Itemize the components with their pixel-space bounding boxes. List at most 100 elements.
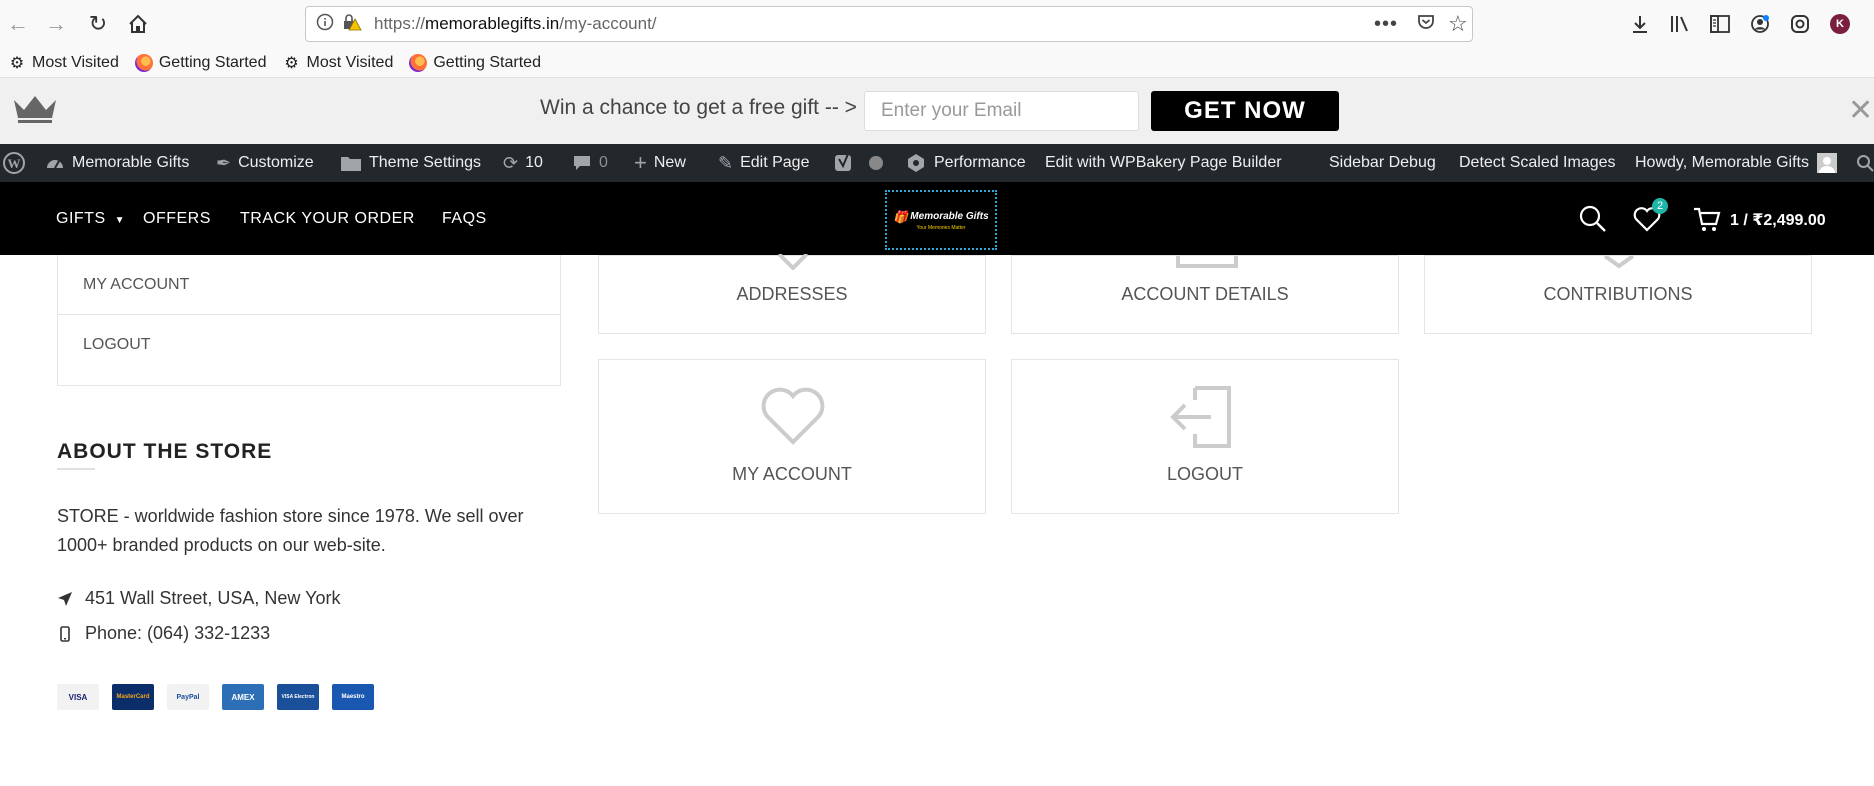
account-nav: MY ACCOUNT LOGOUT <box>57 255 561 386</box>
wp-site-name[interactable]: Memorable Gifts <box>45 144 189 182</box>
url-text: https://memorablegifts.in/my-account/ <box>374 14 657 33</box>
firefox-icon <box>134 53 153 72</box>
profile-avatar-icon[interactable]: K <box>1824 8 1856 40</box>
url-bar[interactable]: https://memorablegifts.in/my-account/ ••… <box>305 6 1473 42</box>
about-text: STORE - worldwide fashion store since 19… <box>57 506 524 555</box>
nav-label: GIFTS <box>56 210 106 227</box>
phone: Phone: (064) 332-1233 <box>57 623 270 644</box>
folder-icon <box>340 154 362 172</box>
nav-item-gifts[interactable]: GIFTS ▼ <box>56 210 125 228</box>
tile-label: ACCOUNT DETAILS <box>1121 284 1289 304</box>
wp-theme-settings-label: Theme Settings <box>369 154 482 171</box>
promo-bar: Win a chance to get a free gift -- > Ent… <box>0 78 1874 144</box>
chevron-down-icon: ▼ <box>114 215 125 226</box>
comment-icon <box>572 154 592 172</box>
wp-detect-scaled-images[interactable]: Detect Scaled Images <box>1459 144 1616 182</box>
tile-logout[interactable]: LOGOUT <box>1011 359 1399 514</box>
tile-label: LOGOUT <box>1166 464 1243 484</box>
bookmark-most-visited[interactable]: ⚙ Most Visited <box>8 54 119 72</box>
search-icon[interactable] <box>1578 204 1608 234</box>
gear-icon: ⚙ <box>9 54 25 72</box>
user-card-icon <box>1176 256 1238 268</box>
wp-performance[interactable]: Performance <box>905 144 1026 182</box>
address-text: 451 Wall Street, USA, New York <box>85 588 341 608</box>
logout-icon <box>1170 386 1231 448</box>
browser-toolbar: ← → ↻ https://memorablegifts.in/my-accou… <box>0 0 1874 48</box>
library-icon[interactable] <box>1664 8 1696 40</box>
wp-comments[interactable]: 0 <box>572 144 608 182</box>
account-icon[interactable] <box>1744 8 1776 40</box>
gear-icon: ⚙ <box>284 54 299 72</box>
bookmark-getting-started[interactable]: Getting Started <box>409 53 541 72</box>
location-arrow-icon <box>57 591 85 607</box>
wishlist-count-badge: 2 <box>1652 198 1668 214</box>
amex-card-icon: AMEX <box>222 684 264 710</box>
wp-search-icon[interactable] <box>1856 144 1874 182</box>
seo-status-dot-icon <box>869 144 883 182</box>
back-icon[interactable]: ← <box>2 8 34 40</box>
wp-wpbakery[interactable]: Edit with WPBakery Page Builder <box>1045 144 1282 182</box>
wp-logo-icon[interactable]: W <box>2 144 26 182</box>
bookmark-label: Getting Started <box>433 53 541 71</box>
reload-icon[interactable]: ↻ <box>82 8 114 40</box>
sidebar-icon[interactable] <box>1704 8 1736 40</box>
tile-account-details[interactable]: ACCOUNT DETAILS <box>1011 255 1399 334</box>
promo-email-input[interactable]: Enter your Email <box>864 91 1139 131</box>
wp-howdy-label: Howdy, Memorable Gifts <box>1635 154 1809 171</box>
wp-updates[interactable]: ⟳ 10 <box>503 144 543 182</box>
logo-tagline: Your Memories Matter <box>916 224 966 231</box>
account-nav-logout[interactable]: LOGOUT <box>58 315 560 375</box>
cart-icon[interactable] <box>1692 204 1722 234</box>
site-header: GIFTS ▼ OFFERS TRACK YOUR ORDER FAQS 🎁 M… <box>0 182 1874 255</box>
tile-addresses[interactable]: ADDRESSES <box>598 254 986 334</box>
tile-label: ADDRESSES <box>736 284 848 304</box>
wp-customize-label: Customize <box>238 154 314 171</box>
tile-contributions[interactable]: CONTRIBUTIONS <box>1424 255 1812 334</box>
info-icon[interactable] <box>316 13 336 36</box>
bookmark-label: Getting Started <box>158 53 267 71</box>
visa-card-icon: VISA <box>57 684 99 710</box>
nav-item-offers[interactable]: OFFERS <box>143 210 211 228</box>
get-now-button[interactable]: GET NOW <box>1151 91 1339 131</box>
performance-icon <box>905 152 927 174</box>
wp-new[interactable]: + New <box>634 144 686 182</box>
account-nav-my-account[interactable]: MY ACCOUNT <box>58 255 560 315</box>
payment-methods: VISA MasterCard PayPal AMEX VISA Electro… <box>57 684 387 710</box>
firefox-icon <box>409 53 428 72</box>
wp-customize[interactable]: ✒ Customize <box>216 144 314 182</box>
logo-text: Memorable Gifts <box>910 211 989 222</box>
wp-comments-count: 0 <box>599 154 608 171</box>
insecure-lock-icon[interactable] <box>342 13 364 36</box>
bookmark-label: Most Visited <box>306 53 394 71</box>
heart-icon <box>761 387 825 445</box>
download-icon[interactable] <box>1624 8 1656 40</box>
close-icon[interactable]: ✕ <box>1848 96 1873 126</box>
bookmark-star-icon[interactable]: ☆ <box>1448 11 1468 37</box>
forward-icon[interactable]: → <box>40 8 72 40</box>
mobile-phone-icon <box>57 625 85 642</box>
phone-text: Phone: (064) 332-1233 <box>85 623 271 643</box>
wp-howdy[interactable]: Howdy, Memorable Gifts <box>1635 144 1837 182</box>
pocket-icon[interactable] <box>1416 12 1436 37</box>
wp-edit-page[interactable]: ✎ Edit Page <box>718 144 809 182</box>
bookmark-most-visited[interactable]: ⚙ Most Visited <box>282 54 393 72</box>
bookmark-getting-started[interactable]: Getting Started <box>134 53 267 72</box>
wp-sidebar-debug[interactable]: Sidebar Debug <box>1329 144 1436 182</box>
wp-updates-count: 10 <box>525 154 543 171</box>
home-icon[interactable] <box>122 8 154 40</box>
nav-item-faqs[interactable]: FAQS <box>442 210 487 228</box>
location-pin-icon <box>777 254 809 270</box>
yoast-icon[interactable] <box>834 144 856 182</box>
extension-icon[interactable] <box>1784 8 1816 40</box>
site-logo[interactable]: 🎁 Memorable Gifts Your Memories Matter <box>885 190 997 250</box>
update-icon: ⟳ <box>503 152 519 173</box>
tile-label: CONTRIBUTIONS <box>1543 284 1693 304</box>
tile-my-account[interactable]: MY ACCOUNT <box>598 359 986 514</box>
about-title: ABOUT THE STORE <box>57 440 273 463</box>
page-actions-icon[interactable]: ••• <box>1374 13 1398 36</box>
nav-item-track-order[interactable]: TRACK YOUR ORDER <box>240 210 415 228</box>
bookmark-label: Most Visited <box>32 53 119 71</box>
cart-total[interactable]: 1 / ₹2,499.00 <box>1730 210 1826 230</box>
wp-edit-page-label: Edit Page <box>740 154 810 171</box>
wp-theme-settings[interactable]: Theme Settings <box>340 144 481 182</box>
